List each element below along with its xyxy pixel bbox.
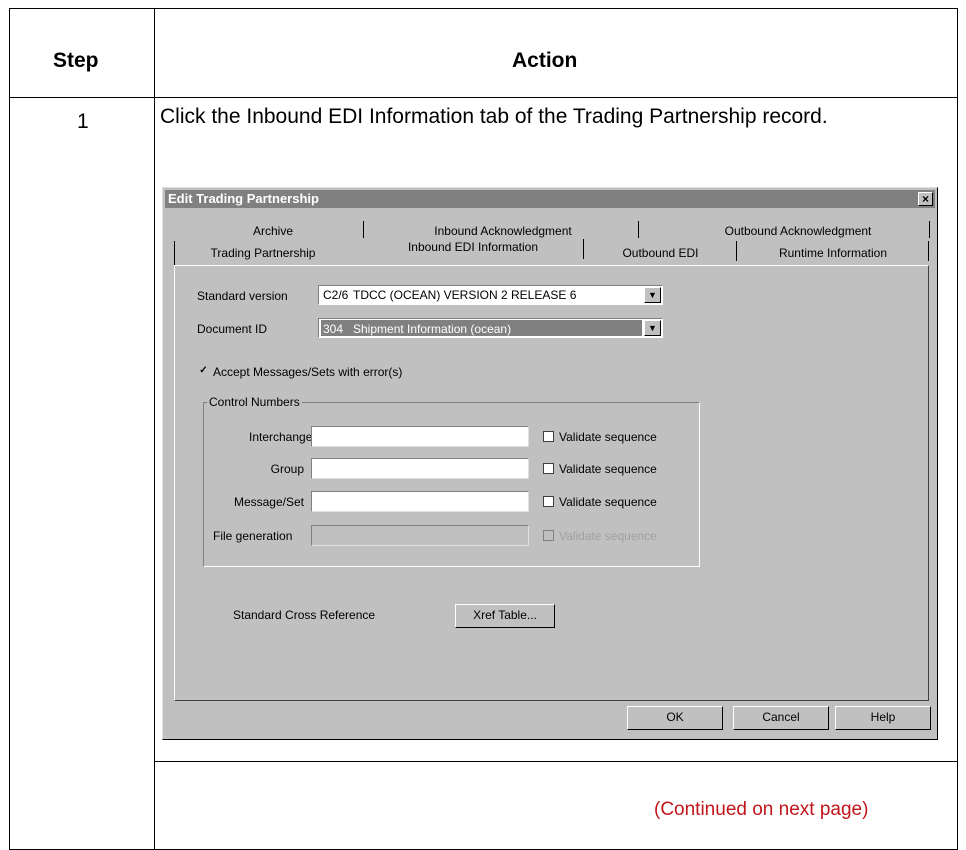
message-set-validate-label: Validate sequence (559, 495, 657, 509)
column-divider (154, 9, 155, 849)
group-label: Group (270, 462, 304, 476)
dropdown-arrow-icon[interactable]: ▼ (644, 320, 661, 336)
tab-separator (736, 241, 737, 261)
close-icon[interactable]: × (918, 192, 933, 206)
group-input[interactable] (311, 458, 529, 479)
action-text: Click the Inbound EDI Information tab of… (160, 105, 828, 128)
standard-version-description: TDCC (OCEAN) VERSION 2 RELEASE 6 (353, 288, 577, 302)
interchange-validate-label: Validate sequence (559, 430, 657, 444)
group-validate-label: Validate sequence (559, 462, 657, 476)
tab-separator (174, 241, 175, 265)
xref-table-button[interactable]: Xref Table... (455, 604, 555, 628)
accept-messages-label: Accept Messages/Sets with error(s) (213, 365, 403, 379)
document-id-code: 304 (323, 322, 344, 336)
tab-separator (638, 221, 639, 238)
file-generation-input (311, 525, 529, 546)
dialog-title-bar: Edit Trading Partnership × (165, 190, 935, 208)
control-numbers-title: Control Numbers (207, 395, 302, 409)
tab-outbound-acknowledgment[interactable]: Outbound Acknowledgment (683, 223, 913, 239)
row-divider (154, 761, 958, 762)
group-validate-checkbox[interactable] (543, 463, 554, 474)
interchange-label: Interchange (249, 430, 313, 444)
continued-note: (Continued on next page) (654, 799, 869, 820)
file-generation-validate-label: Validate sequence (559, 529, 657, 543)
cancel-button[interactable]: Cancel (733, 706, 829, 730)
tab-separator (928, 241, 929, 261)
standard-version-select[interactable]: C2/6 TDCC (OCEAN) VERSION 2 RELEASE 6 ▼ (318, 285, 663, 305)
document-id-select[interactable]: 304 Shipment Information (ocean) ▼ (318, 318, 663, 338)
tab-outbound-edi[interactable]: Outbound EDI (588, 245, 733, 261)
document-id-description: Shipment Information (ocean) (353, 322, 512, 336)
header-divider (10, 97, 957, 98)
step-number: 1 (77, 110, 89, 133)
action-header: Action (512, 49, 578, 72)
interchange-input[interactable] (311, 426, 529, 447)
interchange-validate-checkbox[interactable] (543, 431, 554, 442)
tab-separator (929, 221, 930, 238)
edit-trading-partnership-dialog: Edit Trading Partnership × Archive Inbou… (162, 187, 938, 740)
file-generation-validate-checkbox (543, 530, 554, 541)
step-header: Step (53, 49, 99, 72)
ok-button[interactable]: OK (627, 706, 723, 730)
dropdown-arrow-icon[interactable]: ▼ (644, 287, 661, 303)
tab-inbound-edi-information[interactable]: Inbound EDI Information (368, 239, 578, 255)
tab-archive[interactable]: Archive (223, 223, 323, 239)
document-id-selection: 304 Shipment Information (ocean) (321, 320, 642, 336)
message-set-validate-checkbox[interactable] (543, 496, 554, 507)
document-id-label: Document ID (197, 322, 268, 336)
standard-cross-reference-label: Standard Cross Reference (233, 608, 376, 622)
tab-separator (583, 239, 584, 259)
tab-runtime-information[interactable]: Runtime Information (753, 245, 913, 261)
message-set-label: Message/Set (233, 495, 304, 509)
accept-messages-checkbox[interactable]: ✓ (198, 366, 209, 377)
tab-trading-partnership[interactable]: Trading Partnership (188, 245, 338, 261)
help-button[interactable]: Help (835, 706, 931, 730)
message-set-input[interactable] (311, 491, 529, 512)
tab-separator (363, 221, 364, 238)
standard-version-code: C2/6 (323, 288, 349, 302)
tab-inbound-acknowledgment[interactable]: Inbound Acknowledgment (393, 223, 613, 239)
file-generation-label: File generation (213, 529, 293, 543)
dialog-title: Edit Trading Partnership (168, 191, 319, 206)
standard-version-label: Standard version (197, 289, 288, 303)
